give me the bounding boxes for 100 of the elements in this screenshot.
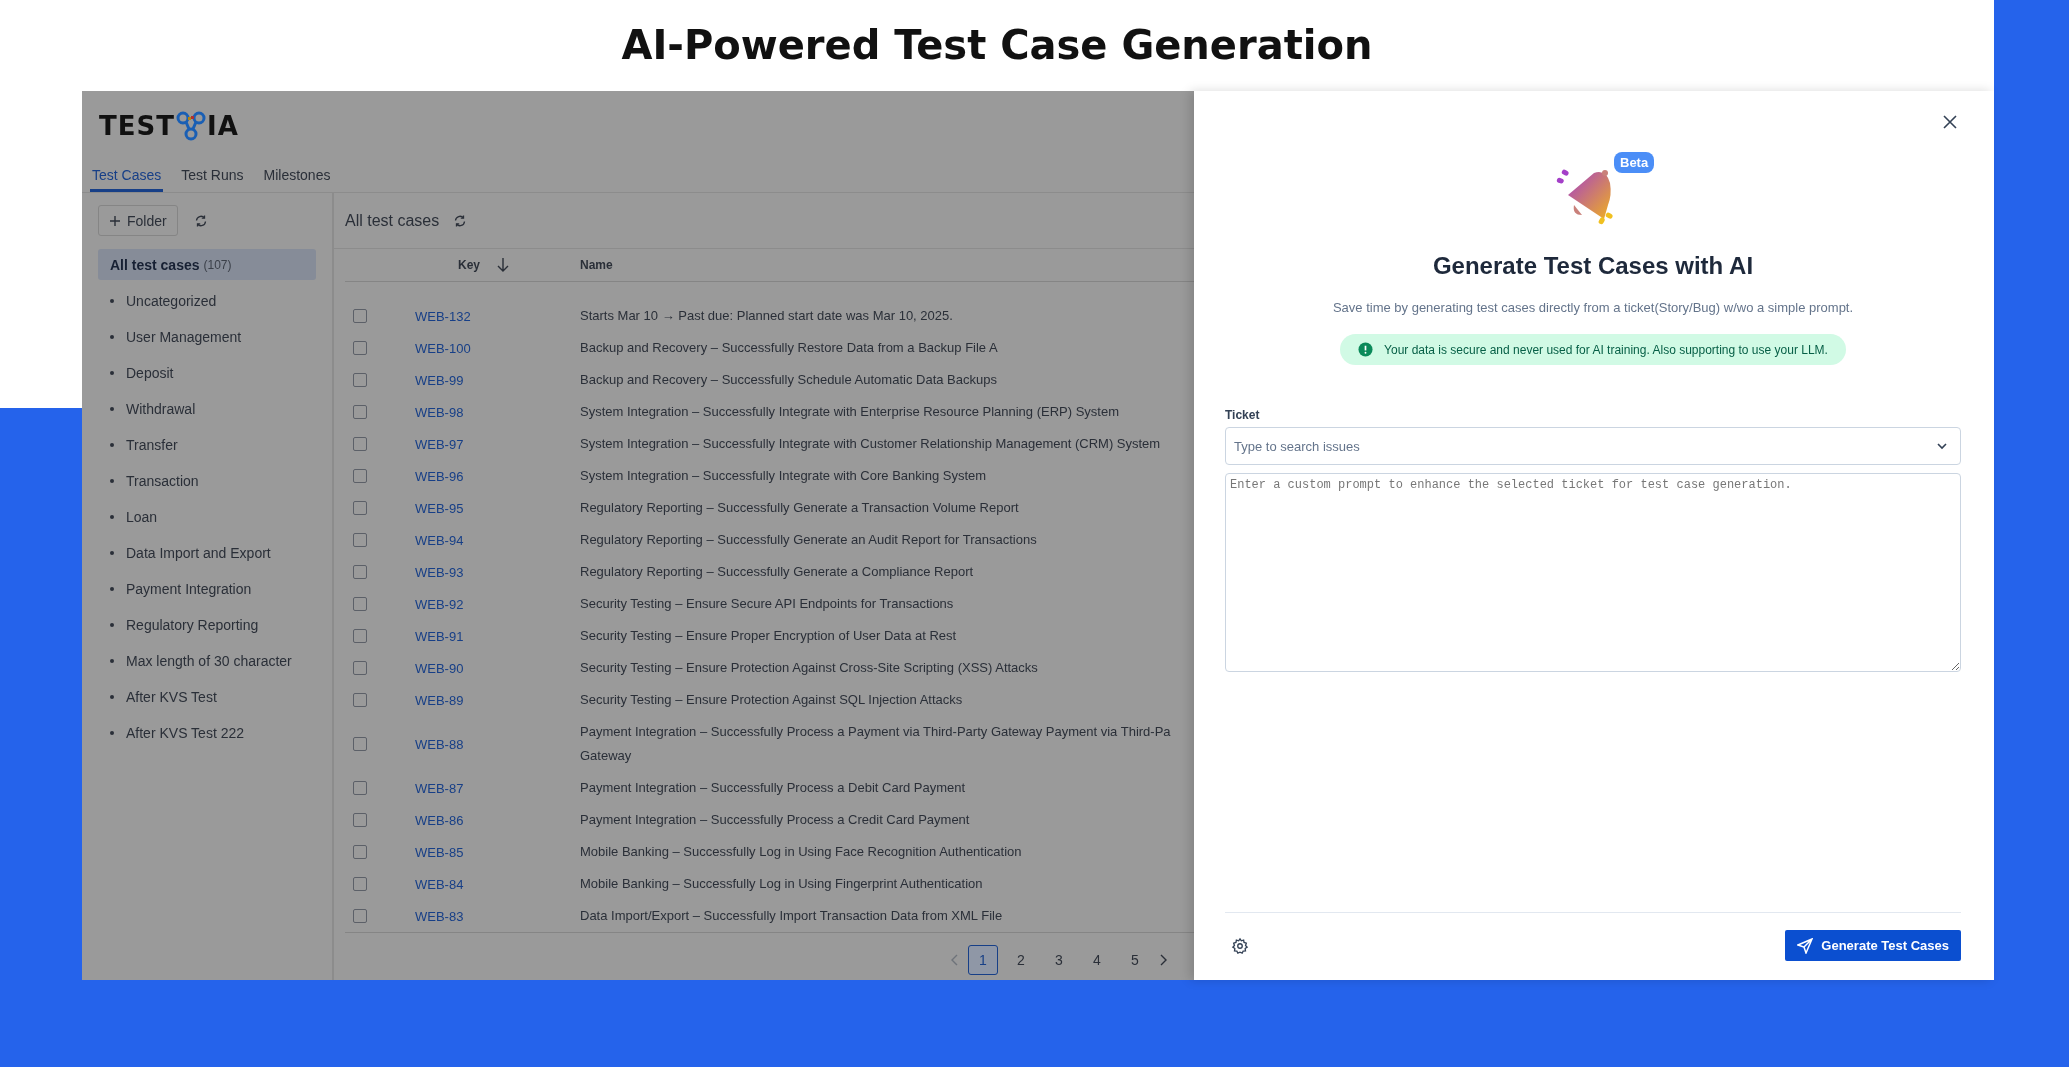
- row-checkbox[interactable]: [353, 781, 367, 795]
- page-button[interactable]: 5: [1120, 945, 1150, 975]
- close-icon[interactable]: [1942, 114, 1958, 130]
- page-button[interactable]: 3: [1044, 945, 1074, 975]
- test-case-name: Starts Mar 10 → Past due: Planned start date was Mar 10, 2025.: [580, 307, 953, 325]
- test-case-key[interactable]: WEB-99: [415, 372, 464, 388]
- test-case-name: Security Testing – Ensure Protection Against SQL Injection Attacks: [580, 691, 963, 709]
- folder-item[interactable]: Deposit: [98, 355, 316, 391]
- test-case-key[interactable]: WEB-93: [415, 564, 464, 580]
- beta-badge: Beta: [1614, 152, 1655, 173]
- row-checkbox[interactable]: [353, 533, 367, 547]
- folder-label: Withdrawal: [126, 401, 196, 417]
- test-case-name: Security Testing – Ensure Protection Against Cross-Site Scripting (XSS) Attacks: [580, 659, 1038, 677]
- folder-label: Data Import and Export: [126, 545, 271, 561]
- test-case-key[interactable]: WEB-100: [415, 340, 471, 356]
- column-header[interactable]: Key: [458, 258, 480, 272]
- bullet-icon: [110, 335, 114, 339]
- bullet-icon: [110, 731, 114, 735]
- row-checkbox[interactable]: [353, 373, 367, 387]
- folder-item[interactable]: After KVS Test: [98, 679, 316, 715]
- section-title: All test cases: [345, 211, 440, 230]
- refresh-icon[interactable]: [193, 213, 208, 228]
- test-case-key[interactable]: WEB-83: [415, 908, 464, 924]
- folder-item[interactable]: Regulatory Reporting: [98, 607, 316, 643]
- bullet-icon: [110, 587, 114, 591]
- test-case-name: Backup and Recovery – Successfully Schedule Automatic Data Backups: [580, 371, 997, 389]
- test-case-key[interactable]: WEB-84: [415, 876, 464, 892]
- bullet-icon: [110, 479, 114, 483]
- folder-item[interactable]: All test cases (107): [98, 249, 316, 280]
- test-case-name: Mobile Banking – Successfully Log in Using Fingerprint Authentication: [580, 875, 983, 893]
- folder-item[interactable]: Transaction: [98, 463, 316, 499]
- test-case-name: Mobile Banking – Successfully Log in Using Face Recognition Authentication: [580, 843, 1022, 861]
- drawer-subtitle: Save time by generating test cases directly from a ticket(Story/Bug) w/wo a simple prompt.: [1331, 300, 1855, 315]
- row-checkbox[interactable]: [353, 469, 367, 483]
- test-case-key[interactable]: WEB-89: [415, 692, 464, 708]
- row-checkbox[interactable]: [353, 309, 367, 323]
- page-title: AI-Powered Test Case Generation: [620, 21, 1374, 70]
- row-checkbox[interactable]: [353, 813, 367, 827]
- test-case-key[interactable]: WEB-98: [415, 404, 464, 420]
- folder-item[interactable]: Loan: [98, 499, 316, 535]
- row-checkbox[interactable]: [353, 341, 367, 355]
- test-case-key[interactable]: WEB-90: [415, 660, 464, 676]
- test-case-key[interactable]: WEB-85: [415, 844, 464, 860]
- row-checkbox[interactable]: [353, 629, 367, 643]
- test-case-key[interactable]: WEB-87: [415, 780, 464, 796]
- row-checkbox[interactable]: [353, 405, 367, 419]
- tab[interactable]: Test Cases: [90, 160, 164, 192]
- row-checkbox[interactable]: [353, 877, 367, 891]
- test-case-key[interactable]: WEB-94: [415, 532, 464, 548]
- bullet-icon: [110, 659, 114, 663]
- bullet-icon: [110, 695, 114, 699]
- test-case-key[interactable]: WEB-132: [415, 308, 471, 324]
- tab[interactable]: Milestones: [261, 160, 333, 192]
- folder-label: Deposit: [126, 365, 174, 381]
- folder-item[interactable]: Withdrawal: [98, 391, 316, 427]
- page-button[interactable]: 4: [1082, 945, 1112, 975]
- test-case-name: System Integration – Successfully Integrate with Enterprise Resource Planning (ERP) System: [580, 403, 1120, 421]
- folder-item[interactable]: After KVS Test 222: [98, 715, 316, 751]
- test-case-name: Backup and Recovery – Successfully Restore Data from a Backup File A: [580, 339, 998, 357]
- test-case-name: System Integration – Successfully Integrate with Core Banking System: [580, 467, 987, 485]
- folder-item[interactable]: Uncategorized: [98, 283, 316, 319]
- tab[interactable]: Test Runs: [179, 160, 246, 192]
- folder-item[interactable]: Payment Integration: [98, 571, 316, 607]
- row-checkbox[interactable]: [353, 597, 367, 611]
- folder-item[interactable]: User Management: [98, 319, 316, 355]
- info-icon: [1358, 342, 1374, 357]
- bullet-icon: [110, 623, 114, 627]
- row-checkbox[interactable]: [353, 565, 367, 579]
- previous-page-icon[interactable]: [950, 953, 960, 967]
- folder-label: User Management: [126, 329, 242, 345]
- row-checkbox[interactable]: [353, 661, 367, 675]
- folder-item[interactable]: Transfer: [98, 427, 316, 463]
- ticket-select[interactable]: Type to search issues: [1225, 427, 1961, 465]
- row-checkbox[interactable]: [353, 501, 367, 515]
- settings-icon[interactable]: [1231, 936, 1249, 955]
- row-checkbox[interactable]: [353, 909, 367, 923]
- prompt-field[interactable]: Enter a custom prompt to enhance the selected ticket for test case generation.: [1225, 473, 1961, 672]
- sort-arrow-icon[interactable]: [496, 257, 510, 273]
- test-case-key[interactable]: WEB-92: [415, 596, 464, 612]
- column-header[interactable]: Name: [580, 258, 613, 272]
- row-checkbox[interactable]: [353, 737, 367, 751]
- page-button[interactable]: 1: [968, 945, 998, 975]
- refresh-icon[interactable]: [453, 213, 468, 228]
- test-case-key[interactable]: WEB-97: [415, 436, 464, 452]
- next-page-icon[interactable]: [1158, 953, 1168, 967]
- row-checkbox[interactable]: [353, 693, 367, 707]
- folder-label: After KVS Test: [126, 689, 217, 705]
- generate-button[interactable]: Generate Test Cases: [1785, 930, 1961, 961]
- row-checkbox[interactable]: [353, 437, 367, 451]
- row-checkbox[interactable]: [353, 845, 367, 859]
- add-folder-button[interactable]: Folder: [98, 205, 178, 236]
- folder-item[interactable]: Data Import and Export: [98, 535, 316, 571]
- test-case-key[interactable]: WEB-91: [415, 628, 464, 644]
- page-button[interactable]: 2: [1006, 945, 1036, 975]
- test-case-key[interactable]: WEB-95: [415, 500, 464, 516]
- test-case-key[interactable]: WEB-86: [415, 812, 464, 828]
- test-case-key[interactable]: WEB-96: [415, 468, 464, 484]
- test-case-key[interactable]: WEB-88: [415, 736, 464, 752]
- field-label: Ticket: [1225, 408, 1261, 422]
- folder-item[interactable]: Max length of 30 character: [98, 643, 316, 679]
